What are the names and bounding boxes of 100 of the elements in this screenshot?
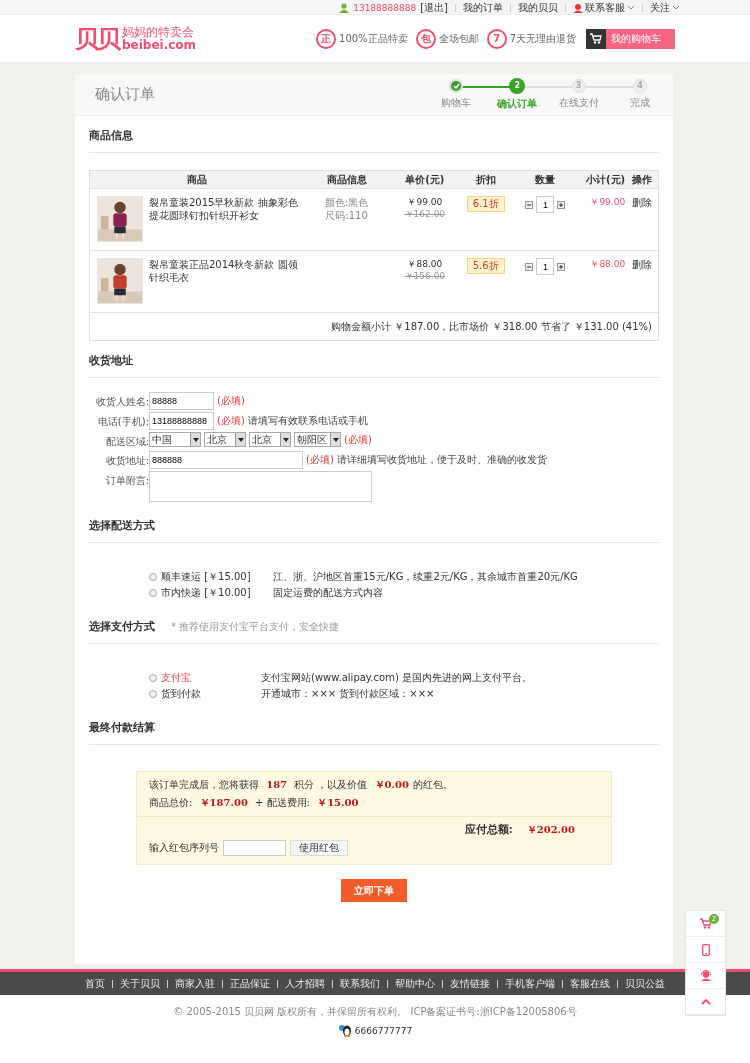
radio-button[interactable] [149, 573, 157, 581]
field-label: 配送区域: [104, 435, 149, 449]
step-label: 确认订单 [497, 96, 538, 111]
field-label: 收货地址: [104, 454, 149, 468]
promise-text: 全场包邮 [438, 31, 479, 46]
headset-icon [573, 2, 583, 13]
footer-link[interactable]: 人才招聘 [278, 976, 332, 991]
check-icon [452, 82, 460, 89]
product-name[interactable]: 裂帛童装正品2014秋冬新款 圆领针织毛衣 [149, 258, 299, 284]
footer-link[interactable]: 正品保证 [223, 976, 277, 991]
footer-link[interactable]: 友情链接 [443, 976, 497, 991]
option-label[interactable]: 货到付款 [161, 687, 261, 701]
minus-button[interactable] [525, 201, 534, 209]
step-circle: 4 [633, 78, 647, 93]
original-price: ￥156.00 [403, 270, 447, 282]
cart-icon [699, 918, 712, 929]
footer-link[interactable]: 帮助中心 [388, 976, 442, 991]
step-label: 在线支付 [558, 95, 599, 110]
radio-button[interactable] [149, 589, 157, 597]
caret-icon [627, 4, 635, 11]
input-field[interactable]: 88888 [149, 392, 214, 410]
unit-price: ￥88.00 [406, 258, 444, 270]
required-note: (必填) [306, 453, 334, 467]
product-attribute: 尺码:110 [324, 209, 369, 222]
option-label[interactable]: 市内快递 [￥10.00] [161, 586, 273, 600]
minus-button[interactable] [525, 263, 534, 271]
use-coupon-button[interactable]: 使用红包 [290, 840, 348, 856]
input-field[interactable]: 888888 [149, 451, 303, 469]
quantity-field[interactable]: 1 [536, 196, 555, 213]
column-header: 数量 [534, 172, 557, 187]
section-title: 收货地址 [89, 353, 133, 368]
plus-button[interactable] [557, 201, 566, 209]
headset-icon [699, 970, 712, 981]
footer-link[interactable]: 贝贝公益 [618, 976, 672, 991]
chevron-up-icon [700, 998, 711, 1005]
footer-link[interactable]: 首页 [78, 976, 112, 991]
caret-icon [282, 437, 289, 442]
discount-tag: 5.6折 [466, 258, 505, 274]
product-name[interactable]: 裂帛童装2015早秋新款 抽象彩色提花圆球钉扣针织开衫女 [149, 196, 299, 222]
caret-icon [192, 437, 199, 442]
dropdown[interactable]: 朝阳区 [294, 432, 341, 447]
original-price: ￥162.00 [403, 208, 447, 220]
delete-link[interactable]: 删除 [631, 259, 652, 270]
column-header: 折扣 [474, 172, 497, 187]
step-label: 购物车 [441, 95, 471, 110]
total-amount: ￥202.00 [526, 823, 575, 837]
plus-button[interactable] [557, 263, 566, 271]
cart-icon [590, 33, 602, 44]
promise-badge: 正 [316, 28, 337, 49]
delete-link[interactable]: 删除 [631, 197, 652, 208]
promise-badge: 包 [415, 28, 436, 49]
option-label[interactable]: 顺丰速运 [￥15.00] [161, 570, 273, 584]
qq-number: 6666777777 [354, 1025, 413, 1036]
radio-button[interactable] [149, 690, 157, 698]
section-title: 最终付款结算 [89, 720, 155, 735]
top-link[interactable]: 联系客服 [573, 0, 635, 15]
footer-link[interactable]: 手机客户端 [498, 976, 562, 991]
step-circle: 2 [509, 77, 526, 94]
radio-button[interactable] [149, 674, 157, 682]
required-note: (必填) [217, 414, 245, 428]
footer-link[interactable]: 商家入驻 [168, 976, 222, 991]
field-hint: 请填写有效联系电话或手机 [247, 414, 368, 428]
order-summary: 购物金额小计 ￥187.00，比市场价 ￥318.00 节省了 ￥131.00 (41%) [331, 319, 652, 334]
user-icon [339, 2, 350, 13]
input-field[interactable]: 13188888888 [149, 412, 214, 430]
phone-number: 13188888888 [353, 2, 417, 13]
coupon-label: 输入红包序列号 [149, 841, 219, 855]
message-field[interactable] [149, 471, 372, 502]
price-breakdown: 商品总价: ￥187.00 + 配送费用: ￥15.00 [149, 796, 360, 810]
copyright-text: © 2005-2015 贝贝网 版权所有，并保留所有权利。 ICP备案证书号:浙ICP备12005806号 [173, 1005, 577, 1019]
top-link[interactable]: 关注 [650, 0, 680, 15]
option-label[interactable]: 支付宝 [161, 671, 261, 685]
dropdown[interactable]: 北京 [204, 432, 246, 447]
footer-link[interactable]: 联系我们 [333, 976, 387, 991]
discount-tag: 6.1折 [466, 196, 505, 212]
column-header: 商品信息 [325, 172, 368, 187]
subtotal: ￥88.00 [590, 259, 626, 269]
top-link[interactable]: 我的贝贝 [518, 0, 558, 15]
footer-link[interactable]: 客服在线 [563, 976, 617, 991]
dropdown[interactable]: 北京 [249, 432, 291, 447]
column-header: 商品 [186, 172, 209, 187]
coupon-field[interactable] [223, 840, 286, 856]
option-description: 固定运费的配送方式内容 [273, 586, 383, 600]
field-label: 电话(手机): [96, 415, 149, 429]
page-title: 确认订单 [95, 85, 155, 104]
footer-link[interactable]: 关于贝贝 [113, 976, 167, 991]
section-note: * 推荐使用支付宝平台支付，安全快捷 [171, 620, 340, 634]
top-link[interactable]: 我的订单 [463, 0, 503, 15]
option-description: 开通城市：××× 货到付款区域：××× [261, 687, 435, 701]
step-label: 完成 [630, 95, 650, 110]
unit-price: ￥99.00 [406, 196, 444, 208]
promise-text: 100%正品特卖 [339, 31, 408, 46]
quantity-field[interactable]: 1 [536, 258, 555, 275]
option-description: 支付宝网站(www.alipay.com) 是国内先进的网上支付平台。 [261, 671, 532, 685]
dropdown[interactable]: 中国 [149, 432, 201, 447]
promise-badge: 7 [486, 28, 507, 49]
field-hint: 请详细填写收货地址，便于及时、准确的收发货 [336, 453, 547, 467]
top-link[interactable]: [退出] [420, 0, 448, 15]
section-title: 商品信息 [89, 128, 133, 143]
column-header: 小计(元) [585, 172, 626, 187]
